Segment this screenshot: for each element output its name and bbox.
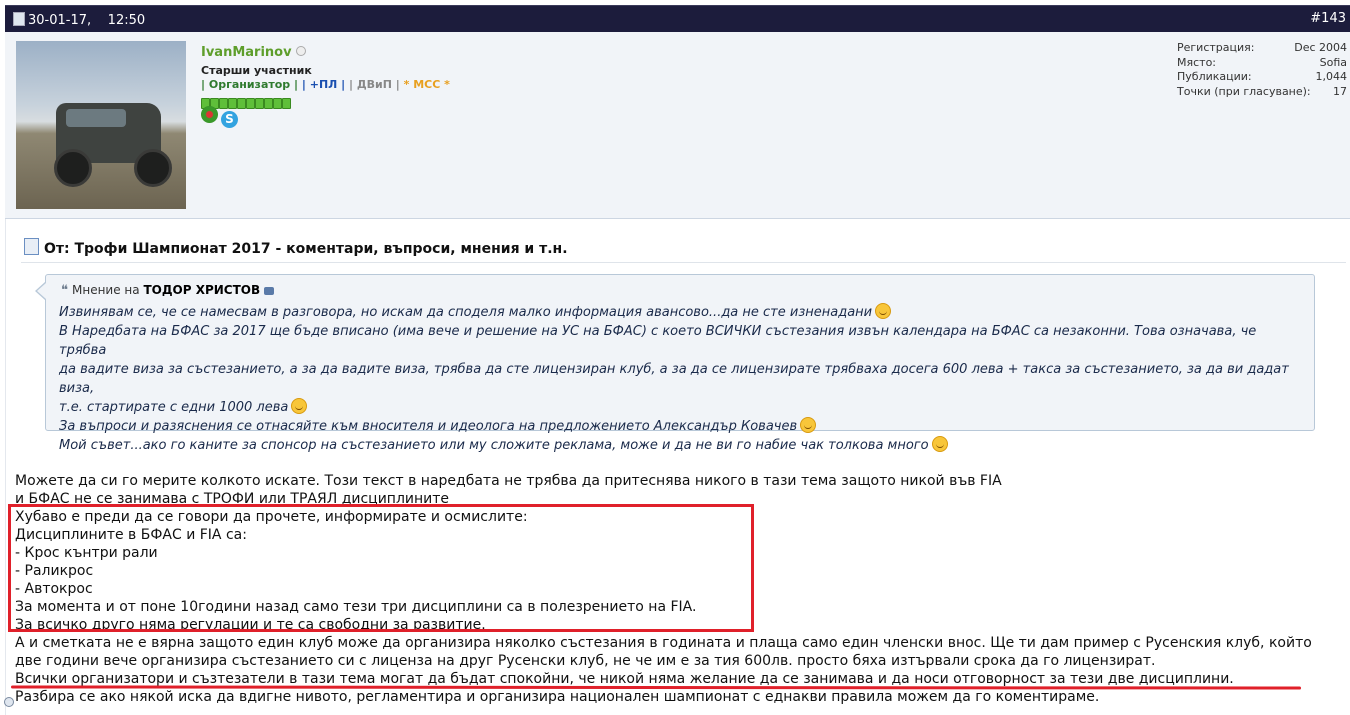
quote-body: Извинявам се, че се намесвам в разговора… (59, 303, 1304, 455)
quote-line: В Наредбата на БФАС за 2017 ще бъде впис… (59, 322, 1304, 360)
stat-row: Регистрация: Dec 2004 (1177, 41, 1347, 56)
message-line: - Раликрос (15, 563, 94, 579)
message-line: две години вече организира състезанието … (15, 653, 1156, 669)
post-number-link[interactable]: #143 (1310, 11, 1346, 26)
quote-line-text: За въпроси и разяснения се отнасяйте към… (59, 419, 798, 434)
quote-line: да вадите виза за състезанието, а за да … (59, 360, 1304, 398)
stat-label: Място: (1177, 55, 1216, 69)
post-title: От: Трофи Шампионат 2017 - коментари, въ… (24, 238, 568, 257)
message-line: Разбира се ако някой иска да вдигне ниво… (15, 689, 1100, 705)
username-text[interactable]: IvanMarinov (201, 45, 292, 60)
message-line: А и сметката не е вярна защото един клуб… (15, 635, 1312, 651)
document-icon (24, 238, 39, 255)
quote-line: За въпроси и разяснения се отнасяйте към… (59, 417, 1304, 436)
message-line: - Крос кънтри рали (15, 545, 158, 561)
divider (21, 262, 1346, 263)
quote-header: ❝ Мнение на ТОДОР ХРИСТОВ (61, 283, 275, 298)
message-line: - Автокрос (15, 581, 93, 597)
avatar-wheel (54, 149, 92, 187)
stat-value: 1,044 (1315, 70, 1348, 83)
contact-icons: S (201, 106, 238, 128)
post-icon (13, 12, 25, 26)
post-date: 30-01-17, 12:50 (13, 12, 145, 28)
reputation-segment (255, 98, 264, 109)
offline-status-icon (295, 46, 306, 56)
side-bullet-icon (4, 697, 14, 707)
quote-line: Мой съвет...ако го каните за спонсор на … (59, 436, 1304, 455)
stat-row: Място: Sofia (1177, 56, 1347, 71)
user-title: Старши участник (201, 64, 312, 77)
message-line: За всичко друго няма регулации и те са с… (15, 617, 486, 633)
message-line: Можете да си го мерите колкото искате. Т… (15, 473, 1002, 489)
message-line: Дисциплините в БФАС и FIA са: (15, 527, 247, 543)
quote-line: Извинявам се, че се намесвам в разговора… (59, 303, 1304, 322)
post-time: 12:50 (107, 13, 146, 28)
skype-icon[interactable]: S (221, 111, 238, 128)
user-groups: | Организатор | | +ПЛ | | ДВиП | * МСС * (201, 78, 450, 91)
quote-line-text: т.е. стартирате с едни 1000 лева (59, 400, 289, 415)
stat-value: 17 (1333, 84, 1347, 98)
view-post-icon[interactable] (264, 287, 275, 295)
smile-icon (800, 417, 817, 433)
reputation-segment (246, 98, 255, 109)
post-body: От: Трофи Шампионат 2017 - коментари, въ… (4, 219, 1350, 715)
stat-row: Точки (при гласуване): 17 (1177, 85, 1347, 100)
user-info-bar: IvanMarinov Старши участник | Организато… (5, 32, 1350, 219)
group-mss: * МСС * (403, 78, 450, 91)
smile-icon (931, 436, 948, 452)
group-pl: | +ПЛ | (301, 78, 346, 91)
user-stats: Регистрация: Dec 2004 Място: Sofia Публикаци… (1177, 41, 1347, 99)
group-organizer: | Организатор | (201, 78, 299, 91)
reputation-segment (264, 98, 273, 109)
stat-label: Публикации: (1177, 70, 1252, 83)
stat-value: Dec 2004 (1294, 41, 1347, 54)
quote-line: т.е. стартирате с едни 1000 лева (59, 398, 1304, 417)
post-title-text: От: Трофи Шампионат 2017 - коментари, въ… (44, 241, 568, 257)
username-link[interactable]: IvanMarinov (201, 45, 306, 60)
stat-label: Регистрация: (1177, 41, 1255, 54)
icq-icon[interactable] (201, 106, 218, 123)
reputation-segment (237, 98, 246, 109)
quote-icon: ❝ (61, 283, 68, 298)
smile-icon (291, 398, 308, 414)
quote-block: ❝ Мнение на ТОДОР ХРИСТОВ Извинявам се, ч… (35, 274, 1315, 453)
reputation-segment (282, 98, 291, 109)
message-line: и БФАС не се занимава с ТРОФИ или ТРАЯЛ … (15, 491, 450, 507)
quote-line-text: Извинявам се, че се намесвам в разговора… (59, 305, 873, 320)
message-line: Хубаво е преди да се говори да прочете, … (15, 509, 528, 525)
stat-label: Точки (при гласуване): (1177, 84, 1311, 98)
stat-value: Sofia (1319, 55, 1347, 69)
message-line: За момента и от поне 10години назад само… (15, 599, 697, 615)
post-date-text: 30-01-17, (28, 13, 92, 28)
quote-line-text: Мой съвет...ако го каните за спонсор на … (59, 438, 929, 453)
smile-icon (875, 303, 892, 319)
stat-row: Публикации: 1,044 (1177, 70, 1347, 85)
reputation-segment (273, 98, 282, 109)
post-header: 30-01-17, 12:50 #143 (5, 5, 1350, 33)
avatar-wheel (134, 149, 172, 187)
quote-author: ТОДОР ХРИСТОВ (143, 283, 261, 297)
post-message: Можете да си го мерите колкото искате. Т… (15, 472, 1350, 706)
quote-prefix: Мнение на (72, 283, 140, 297)
quote-line-text: В Наредбата на БФАС за 2017 ще бъде впис… (59, 324, 1257, 358)
quote-line-text: да вадите виза за състезанието, а за да … (59, 362, 1289, 396)
avatar[interactable] (16, 41, 186, 209)
group-dvip: | ДВиП | (348, 78, 400, 91)
